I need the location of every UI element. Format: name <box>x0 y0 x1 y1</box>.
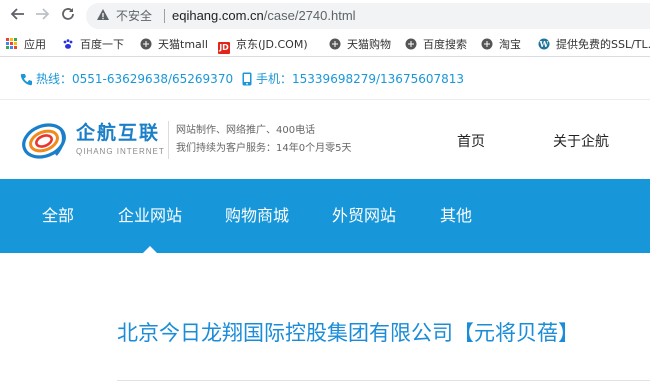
forward-arrow-icon[interactable] <box>32 6 52 26</box>
svg-text:W: W <box>539 39 550 49</box>
tab-enterprise-sites[interactable]: 企业网站 <box>118 205 182 227</box>
bookmark-label: 淘宝 <box>499 38 521 51</box>
bookmark-label: 提供免费的SSL/TL... <box>556 38 650 51</box>
globe-icon <box>481 38 493 50</box>
url-path: /case/2740.html <box>263 8 356 23</box>
logo-divider <box>168 121 169 159</box>
browser-toolbar: 不安全 eqihang.com.cn/case/2740.html <box>0 0 650 32</box>
bookmark-ssl[interactable]: W 提供免费的SSL/TL... <box>538 36 650 53</box>
tab-other[interactable]: 其他 <box>440 205 472 227</box>
logo-english-name: QIHANG INTERNET <box>76 147 165 156</box>
hotline-label: 热线： <box>36 72 73 86</box>
nav-about[interactable]: 关于企航 <box>553 132 609 152</box>
apps-grid-icon <box>6 38 18 50</box>
qihang-logo-icon[interactable] <box>20 119 72 163</box>
nav-home[interactable]: 首页 <box>457 132 485 152</box>
globe-icon <box>140 38 152 50</box>
url-text[interactable]: eqihang.com.cn/case/2740.html <box>172 7 356 25</box>
hotline-number: 0551-63629638/65269370 <box>72 72 234 86</box>
logo-name[interactable]: 企航互联 <box>76 121 160 145</box>
bookmark-label: 天猫tmall <box>158 38 208 51</box>
globe-icon <box>329 38 341 50</box>
globe-icon <box>405 38 417 50</box>
bookmark-tmall-shopping[interactable]: 天猫购物 <box>329 36 391 53</box>
title-divider <box>117 380 650 381</box>
tab-foreign-trade-sites[interactable]: 外贸网站 <box>332 205 396 227</box>
reload-icon[interactable] <box>58 6 78 26</box>
mobile-label: 手机： <box>256 72 293 86</box>
bookmark-baidu-search[interactable]: 百度搜索 <box>405 36 467 53</box>
wordpress-icon: W <box>538 38 550 50</box>
mobile: 手机：15339698279/13675607813 <box>242 71 464 87</box>
warning-icon[interactable] <box>96 8 110 22</box>
page-title: 北京今日龙翔国际控股集团有限公司【元将贝蓓】 <box>117 321 579 345</box>
slogan-services: 网站制作、网络推广、400电话 <box>176 125 316 136</box>
tab-all[interactable]: 全部 <box>42 205 74 227</box>
bookmark-baidu[interactable]: 百度一下 <box>62 36 124 53</box>
bookmark-tmall[interactable]: 天猫tmall <box>140 36 208 53</box>
bookmark-label: 天猫购物 <box>347 38 391 51</box>
mobile-number: 15339698279/13675607813 <box>292 72 465 86</box>
mobile-phone-icon <box>242 72 252 86</box>
url-separator <box>164 9 165 23</box>
baidu-paw-icon <box>63 39 73 49</box>
bookmark-apps[interactable]: 应用 <box>6 36 46 53</box>
phone-icon <box>20 74 32 86</box>
hotline: 热线：0551-63629638/65269370 <box>20 71 233 87</box>
bookmark-label: 百度一下 <box>80 38 124 51</box>
bookmark-label: 百度搜索 <box>423 38 467 51</box>
bookmark-taobao[interactable]: 淘宝 <box>481 36 521 53</box>
active-tab-indicator <box>143 246 157 253</box>
back-arrow-icon[interactable] <box>8 6 28 26</box>
contact-strip: 热线：0551-63629638/65269370 手机：15339698279… <box>0 58 650 100</box>
category-bar: 全部 企业网站 购物商城 外贸网站 其他 <box>0 179 650 253</box>
tab-shopping-malls[interactable]: 购物商城 <box>225 205 289 227</box>
bookmark-label: 应用 <box>24 38 46 51</box>
url-host: eqihang.com.cn <box>172 8 264 23</box>
jd-icon: JD <box>218 42 230 54</box>
bookmark-jd[interactable]: JD 京东(JD.COM) <box>218 36 308 54</box>
bookmarks-bar: 应用 百度一下 天猫tmall JD 京东(JD.COM) 天猫购物 百度搜索 淘… <box>0 32 650 57</box>
security-label[interactable]: 不安全 <box>116 8 152 24</box>
slogan-service-duration: 我们持续为客户服务：14年0个月零5天 <box>176 143 352 154</box>
address-bar[interactable]: 不安全 eqihang.com.cn/case/2740.html <box>86 3 650 29</box>
site-header: 企航互联 QIHANG INTERNET 网站制作、网络推广、400电话 我们持… <box>0 101 650 179</box>
bookmark-label: 京东(JD.COM) <box>236 38 308 51</box>
